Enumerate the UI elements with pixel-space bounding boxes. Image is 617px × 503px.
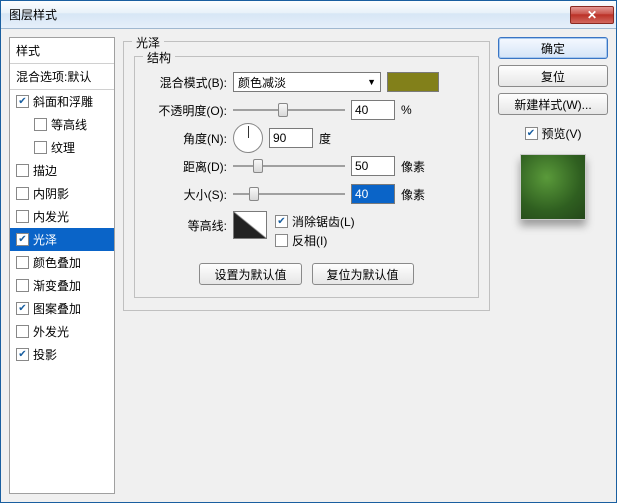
- style-list: 样式 混合选项:默认 斜面和浮雕等高线纹理描边内阴影内发光光泽颜色叠加渐变叠加图…: [9, 37, 115, 494]
- style-item-9[interactable]: 图案叠加: [10, 297, 114, 320]
- style-item-label: 光泽: [33, 231, 57, 248]
- satin-group: 光泽 结构 混合模式(B): 颜色减淡 ▼ 不透明度(O):: [123, 41, 490, 311]
- style-item-4[interactable]: 内阴影: [10, 182, 114, 205]
- style-item-11[interactable]: 投影: [10, 343, 114, 366]
- size-input[interactable]: 40: [351, 184, 395, 204]
- invert-checkbox[interactable]: 反相(I): [275, 232, 355, 249]
- close-button[interactable]: ✕: [570, 6, 614, 24]
- style-item-1[interactable]: 等高线: [10, 113, 114, 136]
- blend-mode-value: 颜色减淡: [238, 74, 286, 91]
- window-title: 图层样式: [9, 6, 570, 23]
- style-item-2[interactable]: 纹理: [10, 136, 114, 159]
- checkbox-icon: [16, 95, 29, 108]
- style-item-8[interactable]: 渐变叠加: [10, 274, 114, 297]
- checkbox-icon: [16, 210, 29, 223]
- blend-options-default[interactable]: 混合选项:默认: [10, 64, 114, 90]
- color-swatch[interactable]: [387, 72, 439, 92]
- size-unit: 像素: [401, 186, 425, 203]
- checkbox-icon: [16, 187, 29, 200]
- chevron-down-icon: ▼: [367, 77, 376, 87]
- style-item-label: 内发光: [33, 208, 69, 225]
- opacity-unit: %: [401, 103, 412, 117]
- style-item-label: 渐变叠加: [33, 277, 81, 294]
- checkbox-icon: [16, 302, 29, 315]
- titlebar[interactable]: 图层样式 ✕: [1, 1, 616, 29]
- angle-unit: 度: [319, 130, 331, 147]
- right-panel: 确定 复位 新建样式(W)... 预览(V): [498, 37, 608, 494]
- size-slider[interactable]: [233, 184, 345, 204]
- style-item-5[interactable]: 内发光: [10, 205, 114, 228]
- antialias-checkbox[interactable]: 消除锯齿(L): [275, 213, 355, 230]
- close-icon: ✕: [587, 8, 597, 22]
- angle-label: 角度(N):: [145, 130, 233, 147]
- cancel-button[interactable]: 复位: [498, 65, 608, 87]
- checkbox-icon: [275, 215, 288, 228]
- ok-button[interactable]: 确定: [498, 37, 608, 59]
- style-item-label: 图案叠加: [33, 300, 81, 317]
- preview-thumbnail: [520, 154, 586, 220]
- layer-style-dialog: 图层样式 ✕ 样式 混合选项:默认 斜面和浮雕等高线纹理描边内阴影内发光光泽颜色…: [0, 0, 617, 503]
- opacity-label: 不透明度(O):: [145, 102, 233, 119]
- options-panel: 光泽 结构 混合模式(B): 颜色减淡 ▼ 不透明度(O):: [123, 37, 490, 494]
- distance-slider[interactable]: [233, 156, 345, 176]
- checkbox-icon: [525, 127, 538, 140]
- distance-label: 距离(D):: [145, 158, 233, 175]
- style-item-label: 投影: [33, 346, 57, 363]
- blend-mode-label: 混合模式(B):: [145, 74, 233, 91]
- style-list-header[interactable]: 样式: [10, 38, 114, 64]
- angle-input[interactable]: 90: [269, 128, 313, 148]
- style-item-label: 外发光: [33, 323, 69, 340]
- checkbox-icon: [16, 256, 29, 269]
- style-item-6[interactable]: 光泽: [10, 228, 114, 251]
- checkbox-icon: [16, 164, 29, 177]
- checkbox-icon: [34, 118, 47, 131]
- distance-unit: 像素: [401, 158, 425, 175]
- style-item-label: 纹理: [51, 139, 75, 156]
- style-item-3[interactable]: 描边: [10, 159, 114, 182]
- checkbox-icon: [16, 325, 29, 338]
- checkbox-icon: [16, 348, 29, 361]
- style-item-10[interactable]: 外发光: [10, 320, 114, 343]
- checkbox-icon: [34, 141, 47, 154]
- blend-mode-dropdown[interactable]: 颜色减淡 ▼: [233, 72, 381, 92]
- style-item-0[interactable]: 斜面和浮雕: [10, 90, 114, 113]
- style-item-label: 斜面和浮雕: [33, 93, 93, 110]
- checkbox-icon: [16, 279, 29, 292]
- reset-default-button[interactable]: 复位为默认值: [312, 263, 414, 285]
- size-label: 大小(S):: [145, 186, 233, 203]
- style-item-label: 描边: [33, 162, 57, 179]
- new-style-button[interactable]: 新建样式(W)...: [498, 93, 608, 115]
- distance-input[interactable]: 50: [351, 156, 395, 176]
- structure-group: 结构 混合模式(B): 颜色减淡 ▼ 不透明度(O):: [134, 56, 479, 298]
- style-item-label: 颜色叠加: [33, 254, 81, 271]
- opacity-input[interactable]: 40: [351, 100, 395, 120]
- style-item-7[interactable]: 颜色叠加: [10, 251, 114, 274]
- checkbox-icon: [16, 233, 29, 246]
- contour-label: 等高线:: [145, 211, 233, 234]
- checkbox-icon: [275, 234, 288, 247]
- preview-checkbox[interactable]: 预览(V): [498, 125, 608, 142]
- angle-dial[interactable]: [233, 123, 263, 153]
- opacity-slider[interactable]: [233, 100, 345, 120]
- structure-title: 结构: [143, 49, 175, 66]
- contour-picker[interactable]: [233, 211, 267, 239]
- make-default-button[interactable]: 设置为默认值: [199, 263, 301, 285]
- style-item-label: 等高线: [51, 116, 87, 133]
- style-item-label: 内阴影: [33, 185, 69, 202]
